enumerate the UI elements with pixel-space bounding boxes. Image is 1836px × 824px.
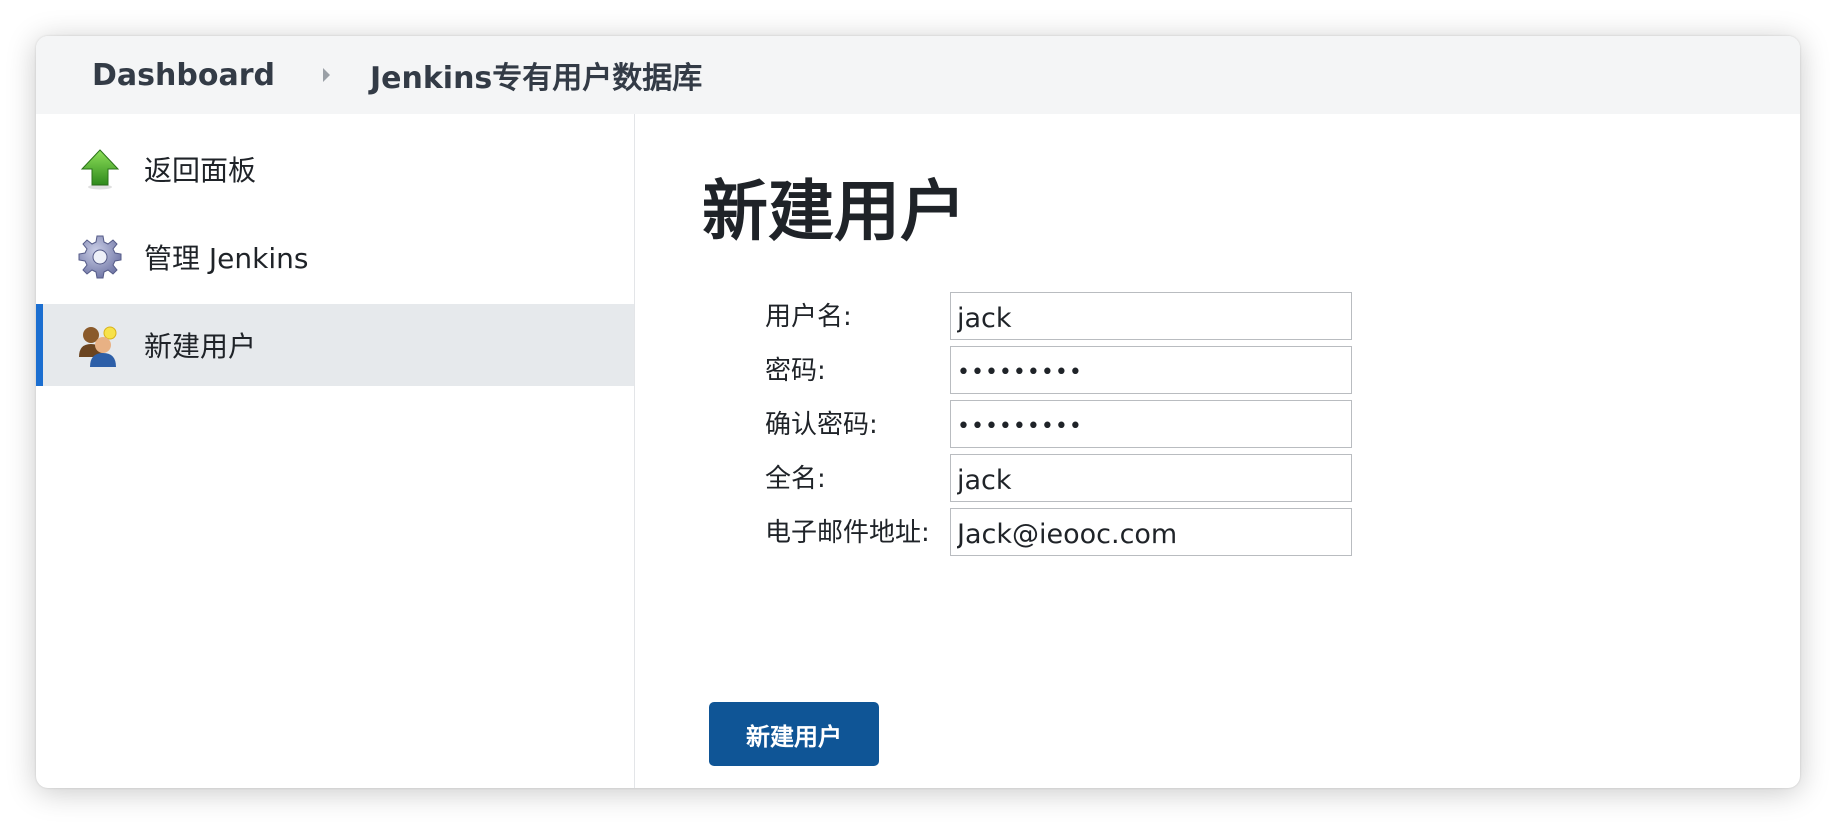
main-content: 新建用户 用户名: 密码: 确认密码: 全名: 电子邮件地址: 新建用户 <box>635 114 1800 788</box>
sidebar-item-back-to-dashboard[interactable]: 返回面板 <box>36 128 634 210</box>
sidebar-item-manage-jenkins[interactable]: 管理 Jenkins <box>36 216 634 298</box>
form-row-password: 密码: <box>635 346 1635 396</box>
confirm-password-label: 确认密码: <box>765 410 878 440</box>
breadcrumb-user-database[interactable]: Jenkins专有用户数据库 <box>370 53 702 97</box>
password-field[interactable] <box>950 346 1352 394</box>
breadcrumb-dashboard[interactable]: Dashboard <box>92 58 275 93</box>
fullname-label: 全名: <box>765 464 826 494</box>
email-label: 电子邮件地址: <box>765 518 930 548</box>
form-row-fullname: 全名: <box>635 454 1635 504</box>
jenkins-window: Dashboard Jenkins专有用户数据库 返回面板 管理 Jenkins… <box>36 36 1800 788</box>
gear-icon <box>76 233 124 281</box>
sidebar-item-label: 返回面板 <box>144 154 257 187</box>
form-row-confirm-password: 确认密码: <box>635 400 1635 450</box>
breadcrumb-chevron-icon <box>322 68 330 82</box>
sidebar: 返回面板 管理 Jenkins 新建用户 <box>36 114 635 788</box>
confirm-password-field[interactable] <box>950 400 1352 448</box>
form-row-email: 电子邮件地址: <box>635 508 1635 558</box>
fullname-field[interactable] <box>950 454 1352 502</box>
breadcrumb: Dashboard Jenkins专有用户数据库 <box>36 36 1800 114</box>
create-user-button[interactable]: 新建用户 <box>709 702 879 766</box>
sidebar-item-label: 管理 Jenkins <box>144 242 309 275</box>
email-field[interactable] <box>950 508 1352 556</box>
form-row-username: 用户名: <box>635 292 1635 342</box>
username-field[interactable] <box>950 292 1352 340</box>
password-label: 密码: <box>765 356 826 386</box>
new-user-icon <box>76 321 124 369</box>
up-arrow-icon <box>76 145 124 193</box>
sidebar-item-label: 新建用户 <box>144 330 257 363</box>
page-title: 新建用户 <box>702 173 966 250</box>
sidebar-item-new-user[interactable]: 新建用户 <box>36 304 634 386</box>
username-label: 用户名: <box>765 302 852 332</box>
